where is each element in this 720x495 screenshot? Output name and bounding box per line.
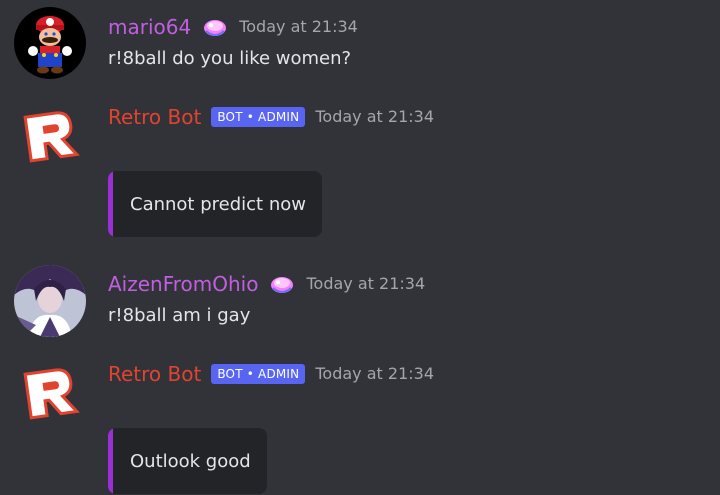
roblox-r-logo-icon: [23, 111, 80, 163]
message-header: AizenFromOhio Today at 21:34: [108, 269, 425, 299]
message-timestamp[interactable]: Today at 21:34: [315, 102, 434, 132]
nitro-gem-icon[interactable]: [268, 272, 296, 296]
message-header: mario64 Today at 21:34: [108, 12, 358, 42]
avatar[interactable]: [14, 7, 86, 79]
username[interactable]: Retro Bot: [108, 102, 201, 132]
embed: Outlook good: [108, 428, 267, 494]
roblox-r-logo-icon: [23, 368, 80, 420]
username[interactable]: AizenFromOhio: [108, 269, 258, 299]
nitro-gem-icon[interactable]: [201, 15, 229, 39]
embed-description: Cannot predict now: [130, 193, 306, 215]
message-timestamp[interactable]: Today at 21:34: [306, 269, 425, 299]
bot-tag: BOT • ADMIN: [211, 364, 306, 384]
message-content: r!8ball do you like women?: [108, 48, 352, 69]
message: Retro Bot BOT • ADMIN Today at 21:34 Can…: [0, 90, 720, 250]
embed-accent-bar: [108, 428, 113, 494]
message: Retro Bot BOT • ADMIN Today at 21:34 Out…: [0, 347, 720, 495]
message-header: Retro Bot BOT • ADMIN Today at 21:34: [108, 359, 434, 389]
embed: Cannot predict now: [108, 171, 322, 237]
message-timestamp[interactable]: Today at 21:34: [239, 12, 358, 42]
message: mario64 Today at 21:34 r!8ball do you li…: [0, 0, 720, 90]
avatar[interactable]: [14, 100, 86, 172]
bot-tag: BOT • ADMIN: [211, 107, 306, 127]
message: AizenFromOhio Today at 21:34 r!8ball am …: [0, 258, 720, 348]
message-header: Retro Bot BOT • ADMIN Today at 21:34: [108, 102, 434, 132]
avatar[interactable]: [14, 265, 86, 337]
mario-avatar-image: [14, 7, 86, 79]
embed-accent-bar: [108, 171, 113, 237]
avatar[interactable]: [14, 357, 86, 429]
anime-character-avatar-image: [14, 265, 86, 337]
embed-description: Outlook good: [130, 450, 251, 472]
message-content: r!8ball am i gay: [108, 305, 251, 326]
username[interactable]: Retro Bot: [108, 359, 201, 389]
username[interactable]: mario64: [108, 12, 191, 42]
message-timestamp[interactable]: Today at 21:34: [315, 359, 434, 389]
